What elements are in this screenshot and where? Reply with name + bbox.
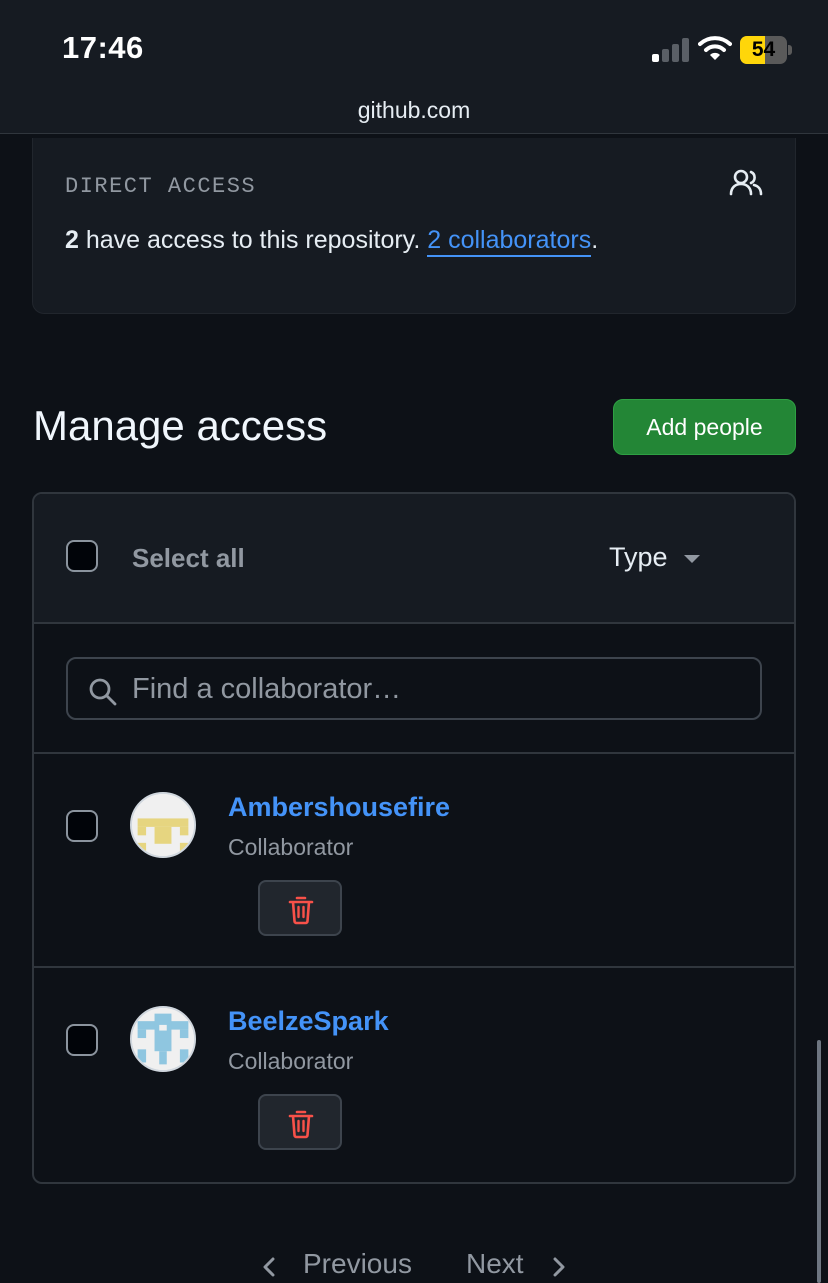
pagination: Previous Next <box>0 1240 828 1283</box>
collaborator-role: Collaborator <box>228 1048 354 1074</box>
type-filter-label: Type <box>609 542 668 572</box>
wifi-icon <box>698 36 732 60</box>
manage-access-heading: Manage access <box>33 402 328 449</box>
next-page-button[interactable]: Next <box>466 1248 524 1280</box>
direct-access-title: DIRECT ACCESS <box>65 174 257 199</box>
select-all-label[interactable]: Select all <box>132 543 245 574</box>
remove-collaborator-button[interactable] <box>258 1094 342 1150</box>
collaborator-row: Ambershousefire Collaborator <box>34 754 794 968</box>
search-row <box>34 624 794 754</box>
collaborators-table: Select all Type Find a collaborator… Amb… <box>32 492 796 1184</box>
type-filter-dropdown[interactable]: Type <box>609 542 700 573</box>
cellular-signal-icon <box>652 38 690 62</box>
avatar[interactable] <box>130 792 196 858</box>
battery-level: 54 <box>751 38 776 61</box>
trash-icon <box>288 1110 314 1139</box>
status-time: 17:46 <box>62 30 144 65</box>
collaborators-link[interactable]: 2 collaborators <box>427 226 592 257</box>
add-people-button[interactable]: Add people <box>613 399 796 455</box>
direct-access-card: DIRECT ACCESS 2 have access to this repo… <box>32 138 796 314</box>
previous-page-button[interactable]: Previous <box>303 1248 412 1280</box>
caret-down-icon <box>683 555 700 563</box>
collaborator-role: Collaborator <box>228 834 354 860</box>
search-icon <box>89 678 117 706</box>
remove-collaborator-button[interactable] <box>258 880 342 936</box>
chevron-left-icon[interactable] <box>260 1256 278 1278</box>
identicon-icon <box>132 1008 194 1070</box>
row-checkbox[interactable] <box>66 810 98 842</box>
access-summary: 2 have access to this repository. 2 coll… <box>65 226 599 257</box>
search-input[interactable] <box>132 667 732 711</box>
collaborator-search[interactable] <box>66 657 762 720</box>
identicon-icon <box>132 794 194 856</box>
access-count: 2 <box>65 226 79 254</box>
page: 17:46 54 github.com DIRECT ACCESS 2 have… <box>0 0 828 1283</box>
scrollbar[interactable] <box>817 1040 821 1283</box>
collaborator-row: BeelzeSpark Collaborator <box>34 968 794 1182</box>
browser-url-bar[interactable]: github.com <box>0 90 828 134</box>
chevron-right-icon[interactable] <box>550 1256 568 1278</box>
access-period: . <box>591 226 599 254</box>
collaborator-name[interactable]: BeelzeSpark <box>228 1006 389 1037</box>
row-checkbox[interactable] <box>66 1024 98 1056</box>
battery-icon: 54 <box>740 36 792 64</box>
avatar[interactable] <box>130 1006 196 1072</box>
url-text[interactable]: github.com <box>0 97 828 124</box>
status-bar: 17:46 54 <box>0 0 828 90</box>
table-header: Select all Type <box>34 494 794 624</box>
trash-icon <box>288 896 314 925</box>
access-text: have access to this repository. <box>78 226 428 254</box>
select-all-checkbox[interactable] <box>66 540 98 572</box>
people-icon <box>729 169 763 196</box>
collaborator-name[interactable]: Ambershousefire <box>228 792 450 823</box>
